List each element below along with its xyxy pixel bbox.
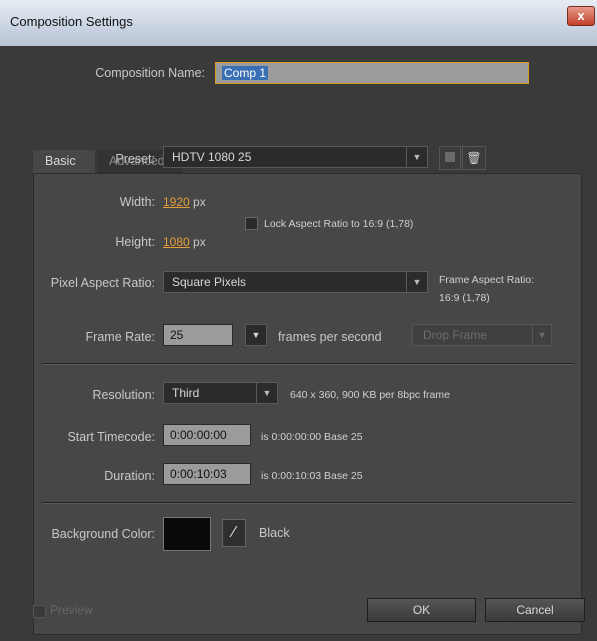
frame-rate-input[interactable]: 25 [163,324,233,346]
resolution-value: Third [172,386,200,400]
height-unit: px [193,235,206,249]
frame-rate-unit: frames per second [278,330,382,344]
background-color-name: Black [259,526,290,540]
start-timecode-label: Start Timecode: [67,430,155,444]
chevron-down-icon: ▼ [406,272,427,292]
chevron-down-icon: ▼ [251,330,261,340]
preset-label: Preset: [115,152,155,166]
chevron-down-icon: ▼ [532,325,551,345]
pixel-aspect-dropdown[interactable]: Square Pixels ▼ [163,271,428,293]
width-field[interactable]: 1920 px [163,195,206,209]
duration-input[interactable]: 0:00:10:03 [163,463,251,485]
comp-name-label: Composition Name: [95,66,205,80]
cancel-button[interactable]: Cancel [485,598,585,622]
frame-aspect-value: 16:9 (1,78) [439,292,490,304]
lock-aspect-checkbox[interactable] [245,217,258,230]
resolution-info: 640 x 360, 900 KB per 8bpc frame [290,389,450,401]
preset-value: HDTV 1080 25 [172,150,252,164]
resolution-dropdown[interactable]: Third ▼ [163,382,278,404]
frame-aspect-label: Frame Aspect Ratio: [439,274,535,286]
ok-button[interactable]: OK [367,598,476,622]
preview-checkbox[interactable] [33,605,46,618]
trash-icon[interactable]: 🗑 [462,146,486,170]
preview-label: Preview [50,603,93,617]
height-value[interactable]: 1080 [163,235,190,249]
width-unit: px [193,195,206,209]
close-icon[interactable]: x [567,6,595,26]
comp-name-input[interactable]: Comp 1 [215,62,529,84]
start-timecode-input[interactable]: 0:00:00:00 [163,424,251,446]
frame-rate-value: 25 [170,328,184,342]
start-timecode-value: 0:00:00:00 [170,428,227,442]
divider [42,363,574,365]
duration-info: is 0:00:10:03 Base 25 [261,470,363,482]
eyedropper-icon[interactable]: ⁄ [222,519,246,547]
chevron-down-icon: ▼ [406,147,427,167]
title-bar: Composition Settings x [0,0,597,47]
pixel-aspect-label: Pixel Aspect Ratio: [50,276,155,290]
comp-name-value: Comp 1 [222,66,269,80]
background-color-label: Background Color: [51,527,155,541]
height-label: Height: [115,235,155,249]
drop-frame-label: Drop Frame [423,328,488,342]
drop-frame-dropdown[interactable]: Drop Frame ▼ [412,324,552,346]
duration-value: 0:00:10:03 [170,467,227,481]
chevron-down-icon: ▼ [256,383,277,403]
divider [42,502,574,504]
window-title: Composition Settings [10,14,133,29]
preset-dropdown[interactable]: HDTV 1080 25 ▼ [163,146,428,168]
width-value[interactable]: 1920 [163,195,190,209]
duration-label: Duration: [104,469,155,483]
frame-rate-dropdown[interactable]: ▼ [245,324,267,346]
lock-aspect-label: Lock Aspect Ratio to 16:9 (1,78) [264,218,414,230]
height-field[interactable]: 1080 px [163,235,206,249]
frame-rate-label: Frame Rate: [85,330,155,344]
pixel-aspect-value: Square Pixels [172,275,247,289]
save-preset-icon[interactable] [439,146,461,170]
start-timecode-info: is 0:00:00:00 Base 25 [261,431,363,443]
resolution-label: Resolution: [92,388,155,402]
width-label: Width: [119,195,155,209]
background-color-swatch[interactable] [163,517,211,551]
